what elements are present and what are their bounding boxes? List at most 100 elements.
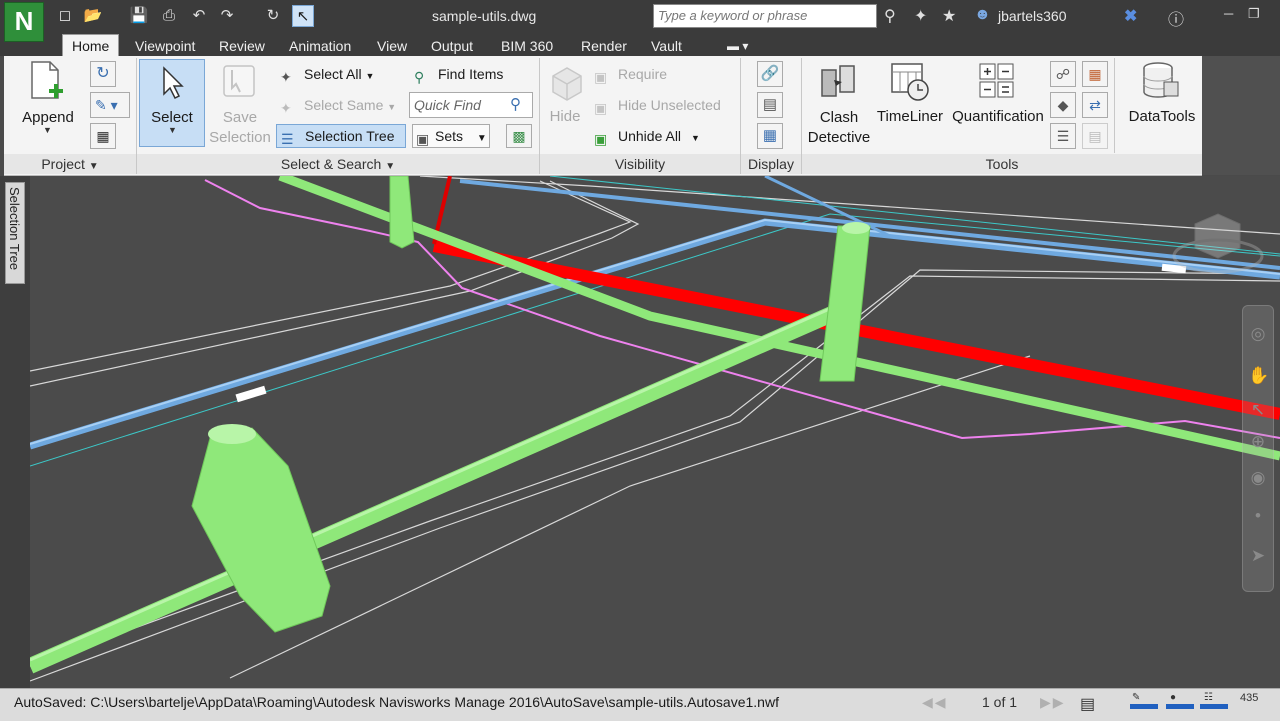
search-input[interactable]: Type a keyword or phrase bbox=[653, 4, 877, 28]
exchange-icon[interactable]: ✖ bbox=[1124, 6, 1137, 26]
restore-icon[interactable]: ❐ bbox=[1248, 6, 1260, 22]
open-icon[interactable]: 📂 bbox=[82, 5, 104, 27]
hide-unselected-button[interactable]: ▣ Hide Unselected bbox=[594, 94, 721, 116]
select-tool-icon[interactable]: ↖ bbox=[1248, 400, 1268, 420]
tab-render[interactable]: Render bbox=[572, 36, 636, 56]
select-all-icon: ✦ bbox=[280, 69, 292, 86]
datatools-icon bbox=[1143, 62, 1179, 98]
pan-hand-icon[interactable]: ✋ bbox=[1248, 366, 1269, 386]
tab-output[interactable]: Output bbox=[422, 36, 482, 56]
ribbon-options-icon[interactable]: ▬ ▾ bbox=[718, 36, 757, 56]
next-last-page-icon[interactable]: ▶▶ bbox=[1040, 694, 1066, 711]
clash-detective-button[interactable]: Clash Detective bbox=[800, 108, 878, 148]
memory-usage: 435 bbox=[1240, 692, 1259, 704]
satellite-icon[interactable]: ✦ bbox=[914, 6, 927, 26]
selection-tree-button[interactable]: ☰ Selection Tree bbox=[276, 124, 406, 148]
orbit-icon[interactable]: ◉ bbox=[1248, 468, 1268, 488]
animator-icon[interactable]: ☍ bbox=[1050, 61, 1076, 87]
tab-bim360[interactable]: BIM 360 bbox=[492, 36, 562, 56]
help-icon[interactable]: ⓘ bbox=[1168, 6, 1184, 30]
divider bbox=[1114, 58, 1115, 153]
group-label-tools: Tools bbox=[802, 154, 1202, 174]
tab-view[interactable]: View bbox=[368, 36, 416, 56]
save-icon[interactable]: 💾 bbox=[128, 5, 150, 27]
save-selection-button[interactable]: Save Selection bbox=[206, 108, 274, 148]
web-server-progress-icon: ☷ bbox=[1200, 692, 1230, 710]
select-all-button[interactable]: ✦ Select All ▼ bbox=[280, 63, 374, 85]
selection-tree-side-tab[interactable]: Selection Tree bbox=[5, 182, 25, 284]
find-items-label: Find Items bbox=[438, 66, 504, 82]
tab-vault[interactable]: Vault bbox=[642, 36, 691, 56]
scene-canvas bbox=[30, 176, 1280, 688]
pencil-progress-icon: ✎ bbox=[1130, 692, 1160, 710]
group-label-select-search[interactable]: Select & Search ▼ bbox=[137, 154, 539, 174]
timeliner-icon bbox=[891, 63, 929, 101]
print-icon[interactable]: ⎙ bbox=[158, 5, 180, 27]
properties-icon[interactable]: ▦ bbox=[757, 123, 783, 149]
select-search-label: Select & Search bbox=[280, 156, 382, 172]
sets-dropdown[interactable]: ▣ Sets ▼ bbox=[412, 124, 490, 148]
clash-detective-icon bbox=[821, 65, 855, 97]
star-icon[interactable]: ★ bbox=[942, 6, 956, 26]
group-label-visibility: Visibility bbox=[540, 154, 740, 174]
append-icon bbox=[31, 61, 63, 99]
side-tab-label: Selection Tree bbox=[7, 187, 22, 271]
save-selection-line1: Save bbox=[222, 109, 258, 126]
find-items-icon: ⚲ bbox=[414, 69, 425, 86]
quantification-button[interactable]: Quantification bbox=[948, 108, 1048, 125]
group-label-project[interactable]: Project ▼ bbox=[4, 154, 136, 174]
append-dropdown-icon[interactable]: ▼ bbox=[43, 125, 52, 135]
new-icon[interactable]: ◻ bbox=[54, 5, 76, 27]
steering-wheel-icon[interactable]: ◎ bbox=[1248, 324, 1268, 344]
batch-utility-icon[interactable]: ⇄ bbox=[1082, 92, 1108, 118]
file-options-icon[interactable]: ▦ bbox=[90, 123, 116, 149]
disabled-tool-icon[interactable]: ▤ bbox=[1082, 123, 1108, 149]
unhide-all-button[interactable]: ▣ Unhide All ▼ bbox=[594, 125, 700, 147]
page-count: 1 of 1 bbox=[982, 694, 1018, 710]
manage-sets-icon[interactable]: ▩ bbox=[506, 124, 532, 148]
timeliner-button[interactable]: TimeLiner bbox=[872, 108, 948, 125]
select-all-label: Select All bbox=[304, 66, 362, 82]
tab-home[interactable]: Home bbox=[62, 34, 120, 57]
append-button[interactable]: Append bbox=[16, 109, 80, 126]
quick-find-search-icon[interactable]: ⚲ bbox=[510, 95, 521, 113]
select-same-label: Select Same bbox=[304, 97, 384, 113]
refresh-icon[interactable]: ↻ bbox=[262, 5, 284, 27]
select-same-icon: ✦ bbox=[280, 100, 292, 117]
find-items-button[interactable]: ⚲ Find Items bbox=[414, 63, 503, 85]
require-icon: ▣ bbox=[594, 69, 608, 86]
datatools-button[interactable]: DataTools bbox=[1124, 108, 1200, 125]
require-button[interactable]: ▣ Require bbox=[594, 63, 667, 85]
3d-viewport[interactable] bbox=[30, 176, 1280, 688]
reset-all-icon[interactable]: ✎ ▾ bbox=[90, 92, 130, 118]
disk-progress-icon: ● bbox=[1166, 692, 1196, 710]
refresh-icon[interactable]: ↻ bbox=[90, 61, 116, 87]
user-name[interactable]: jbartels360 bbox=[998, 8, 1067, 24]
select-same-button[interactable]: ✦ Select Same ▼ bbox=[280, 94, 396, 116]
tab-viewpoint[interactable]: Viewpoint bbox=[126, 36, 204, 56]
scripter-icon[interactable]: ▦ bbox=[1082, 61, 1108, 87]
compare-icon[interactable]: ☰ bbox=[1050, 123, 1076, 149]
undo-icon[interactable]: ↶ bbox=[188, 5, 210, 27]
first-prev-page-icon[interactable]: ◀◀ bbox=[922, 694, 948, 711]
quick-properties-icon[interactable]: ▤ bbox=[757, 92, 783, 118]
minimize-icon[interactable]: ─ bbox=[1224, 6, 1233, 21]
tab-animation[interactable]: Animation bbox=[280, 36, 360, 56]
appearance-profiler-icon[interactable]: ◆ bbox=[1050, 92, 1076, 118]
clash-line2: Detective bbox=[807, 129, 871, 146]
look-icon[interactable]: • bbox=[1248, 506, 1268, 526]
links-icon[interactable]: 🔗 bbox=[757, 61, 783, 87]
sheet-browser-icon[interactable]: ▤ bbox=[1080, 694, 1095, 714]
zoom-icon[interactable]: ⊕ bbox=[1248, 432, 1268, 452]
binoculars-icon[interactable]: ⚲ bbox=[884, 6, 896, 26]
select-arrow-icon[interactable]: ➤ bbox=[1248, 546, 1268, 566]
hide-button[interactable]: Hide bbox=[542, 108, 588, 125]
sets-label: Sets bbox=[435, 128, 464, 144]
select-cursor-icon[interactable]: ↖ bbox=[292, 5, 314, 27]
application-menu-button[interactable]: N bbox=[4, 2, 44, 42]
select-label: Select bbox=[151, 109, 193, 126]
user-icon[interactable]: ☻ bbox=[974, 6, 991, 24]
tab-review[interactable]: Review bbox=[210, 36, 274, 56]
select-dropdown-icon[interactable]: ▼ bbox=[168, 125, 177, 135]
redo-icon[interactable]: ↷ bbox=[216, 5, 238, 27]
